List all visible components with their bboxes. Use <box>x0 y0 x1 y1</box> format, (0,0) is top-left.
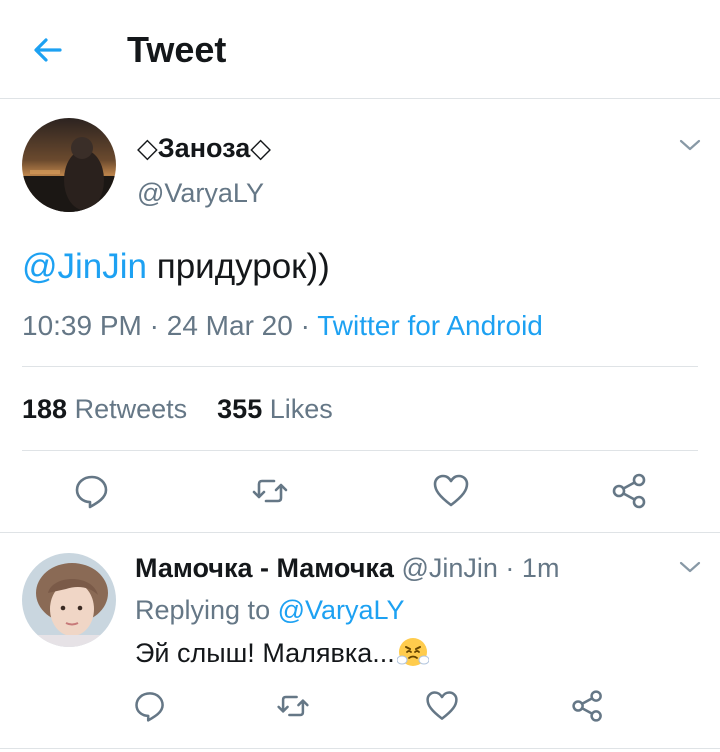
retweet-button[interactable] <box>250 471 290 511</box>
top-bar: Tweet <box>0 0 720 99</box>
reply-author-name[interactable]: Мамочка - Мамочка <box>135 553 394 583</box>
back-button[interactable] <box>30 32 66 68</box>
author-handle[interactable]: @VaryaLY <box>137 177 264 209</box>
retweet-icon <box>252 479 288 503</box>
mention-link[interactable]: @JinJin <box>22 247 147 286</box>
heart-icon <box>433 474 469 507</box>
arrow-left-icon <box>34 38 62 62</box>
divider <box>22 450 698 451</box>
divider <box>0 748 720 749</box>
tweet-date: 24 Mar 20 <box>166 310 293 341</box>
reply-like-button[interactable] <box>424 688 464 728</box>
reply-options-button[interactable] <box>678 559 702 575</box>
reply-header: Мамочка - Мамочка @JinJin · 1m <box>135 553 560 583</box>
replying-to-link[interactable]: @VaryaLY <box>278 595 405 625</box>
face-with-steam-from-nose-icon <box>396 636 430 675</box>
tweet-stats: 188 Retweets 355 Likes <box>22 392 333 426</box>
author-avatar[interactable] <box>22 118 116 212</box>
author-name[interactable]: ◇Заноза◇ <box>137 132 271 164</box>
comment-icon <box>75 475 108 509</box>
reply-share-button[interactable] <box>570 688 610 728</box>
share-icon <box>572 690 602 722</box>
share-button[interactable] <box>610 471 650 511</box>
reply-time: 1m <box>521 553 560 583</box>
reply-author-avatar[interactable] <box>22 553 116 647</box>
tweet-time: 10:39 PM <box>22 310 142 341</box>
tweet-text: @JinJin придурок)) <box>22 245 330 289</box>
comment-icon <box>135 692 164 722</box>
divider <box>22 366 698 367</box>
reply-text: Эй слыш! Малявка... <box>135 636 430 675</box>
chevron-down-icon <box>679 139 701 151</box>
likes-stat[interactable]: 355 Likes <box>217 394 333 424</box>
tweet-body: придурок)) <box>147 247 330 286</box>
tweet-meta: 10:39 PM · 24 Mar 20 · Twitter for Andro… <box>22 310 543 341</box>
chevron-down-icon <box>679 561 701 573</box>
reply-button[interactable] <box>72 471 112 511</box>
page-title: Tweet <box>127 29 227 70</box>
share-icon <box>612 473 646 509</box>
retweet-icon <box>277 695 309 717</box>
divider <box>0 532 720 533</box>
like-button[interactable] <box>431 471 471 511</box>
reply-reply-button[interactable] <box>132 688 172 728</box>
reply-retweet-button[interactable] <box>275 688 315 728</box>
tweet-source-link[interactable]: Twitter for Android <box>317 310 543 341</box>
replying-to: Replying to @VaryaLY <box>135 595 405 625</box>
retweets-stat[interactable]: 188 Retweets <box>22 394 187 424</box>
tweet-options-button[interactable] <box>678 137 702 153</box>
heart-icon <box>426 691 458 720</box>
reply-author-handle[interactable]: @JinJin <box>401 553 497 583</box>
